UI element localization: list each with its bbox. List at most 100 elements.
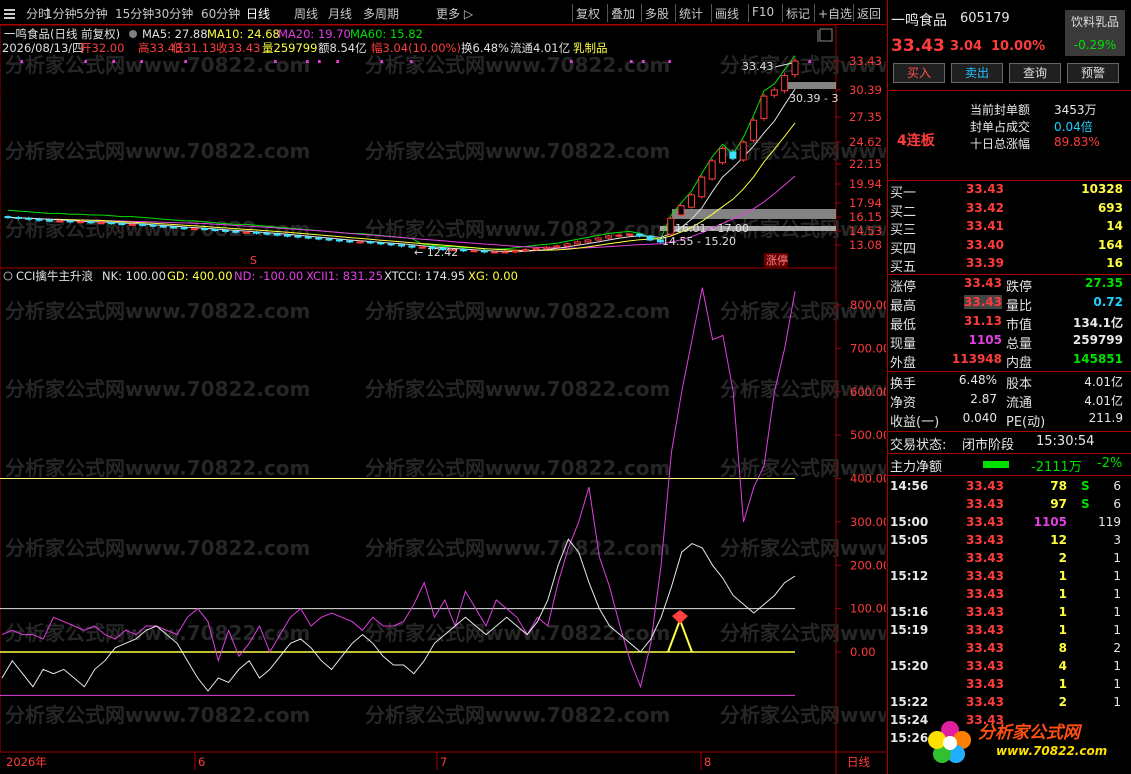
candle[interactable]: [56, 220, 64, 223]
candle[interactable]: [170, 226, 178, 229]
period-tab-3[interactable]: 15分钟: [115, 5, 154, 22]
candle[interactable]: [677, 205, 685, 216]
candle[interactable]: [315, 237, 323, 240]
candle[interactable]: [232, 230, 240, 233]
candle[interactable]: [563, 243, 571, 247]
candle[interactable]: [253, 231, 261, 234]
toolbar-btn-0[interactable]: 复权: [576, 5, 600, 22]
candle[interactable]: [750, 119, 758, 141]
candle[interactable]: [180, 227, 188, 230]
ob-vol-3[interactable]: 164: [1098, 238, 1123, 252]
candle[interactable]: [66, 220, 74, 223]
candle[interactable]: [615, 234, 623, 237]
period-tab-1[interactable]: 1分钟: [45, 5, 77, 22]
candle[interactable]: [460, 249, 468, 252]
candle[interactable]: [304, 236, 312, 239]
candle[interactable]: [739, 141, 747, 161]
toolbar-btn-7[interactable]: +自选: [818, 5, 852, 22]
candle[interactable]: [770, 89, 778, 96]
candle[interactable]: [76, 221, 84, 224]
period-tab-8[interactable]: 月线: [328, 5, 352, 22]
candle[interactable]: [221, 229, 229, 232]
candle[interactable]: [294, 235, 302, 238]
period-tab-4[interactable]: 30分钟: [154, 5, 193, 22]
candle[interactable]: [532, 247, 540, 251]
period-tab-10[interactable]: 更多 ▷: [436, 5, 473, 22]
candle[interactable]: [470, 250, 478, 253]
candle[interactable]: [667, 217, 675, 235]
candle[interactable]: [698, 176, 706, 198]
toolbar-btn-4[interactable]: 画线: [715, 5, 739, 22]
candle[interactable]: [501, 251, 509, 254]
candle[interactable]: [636, 233, 644, 237]
candle[interactable]: [346, 240, 354, 243]
candle[interactable]: [574, 241, 582, 245]
indicator-settings-icon[interactable]: [3, 271, 13, 281]
candle[interactable]: [729, 151, 737, 159]
sector-tag[interactable]: 饮料乳品 -0.29%: [1065, 10, 1125, 56]
candle[interactable]: [356, 241, 364, 244]
candle[interactable]: [584, 239, 592, 243]
candle[interactable]: [542, 246, 550, 249]
ob-vol-1[interactable]: 693: [1098, 201, 1123, 215]
candle[interactable]: [594, 237, 602, 241]
menu-icon[interactable]: [4, 9, 15, 11]
mainforce-label[interactable]: 主力净额: [890, 456, 942, 475]
candle[interactable]: [491, 251, 499, 254]
query-button[interactable]: 查询: [1009, 63, 1061, 83]
candle[interactable]: [97, 222, 105, 225]
candle[interactable]: [760, 95, 768, 119]
ob-vol-0[interactable]: 10328: [1081, 182, 1123, 196]
toolbar-btn-3[interactable]: 统计: [679, 5, 703, 22]
candle[interactable]: [118, 222, 126, 225]
candle[interactable]: [159, 225, 167, 228]
candle[interactable]: [190, 228, 198, 231]
candle[interactable]: [128, 223, 136, 226]
candle[interactable]: [553, 245, 561, 248]
candle[interactable]: [522, 249, 530, 252]
candle[interactable]: [325, 238, 333, 241]
toolbar-btn-8[interactable]: 返回: [857, 5, 881, 22]
candle[interactable]: [377, 242, 385, 245]
period-tab-6[interactable]: 日线: [246, 5, 270, 22]
ob-vol-2[interactable]: 14: [1106, 219, 1123, 233]
candle[interactable]: [625, 233, 633, 236]
chart-canvas[interactable]: 分析家公式网www.70822.com 分析家公式网www.70822.com 分析…: [0, 0, 886, 774]
period-tab-7[interactable]: 周线: [294, 5, 318, 22]
candle[interactable]: [791, 60, 799, 76]
maximize-icon[interactable]: [819, 28, 833, 42]
candle[interactable]: [4, 216, 12, 219]
candle[interactable]: [708, 160, 716, 180]
buy-button[interactable]: 买入: [893, 63, 945, 83]
toolbar-btn-5[interactable]: F10: [752, 5, 774, 19]
candle[interactable]: [211, 229, 219, 232]
period-tab-9[interactable]: 多周期: [363, 5, 399, 22]
candle[interactable]: [45, 219, 53, 222]
candle[interactable]: [398, 244, 405, 247]
candle[interactable]: [480, 250, 488, 253]
sell-button[interactable]: 卖出: [951, 63, 1003, 83]
candle[interactable]: [387, 243, 395, 246]
period-tab-2[interactable]: 5分钟: [76, 5, 108, 22]
candle[interactable]: [284, 234, 292, 237]
candle[interactable]: [273, 233, 281, 236]
candle[interactable]: [263, 232, 271, 235]
candle[interactable]: [139, 223, 147, 226]
candle[interactable]: [14, 216, 22, 219]
candle[interactable]: [511, 250, 519, 253]
candle[interactable]: [242, 231, 250, 234]
period-tab-5[interactable]: 60分钟: [201, 5, 240, 22]
toolbar-btn-6[interactable]: 标记: [786, 5, 810, 22]
candle[interactable]: [719, 147, 727, 164]
candle[interactable]: [201, 228, 209, 231]
ob-vol-4[interactable]: 16: [1106, 256, 1123, 270]
candle[interactable]: [335, 239, 343, 242]
settings-gear-icon[interactable]: [129, 30, 137, 38]
candle[interactable]: [108, 222, 116, 225]
toolbar-btn-2[interactable]: 多股: [645, 5, 669, 22]
candle[interactable]: [366, 241, 374, 244]
candle[interactable]: [87, 221, 95, 224]
candle[interactable]: [149, 224, 157, 227]
alert-button[interactable]: 预警: [1067, 63, 1119, 83]
toolbar-btn-1[interactable]: 叠加: [611, 5, 635, 22]
